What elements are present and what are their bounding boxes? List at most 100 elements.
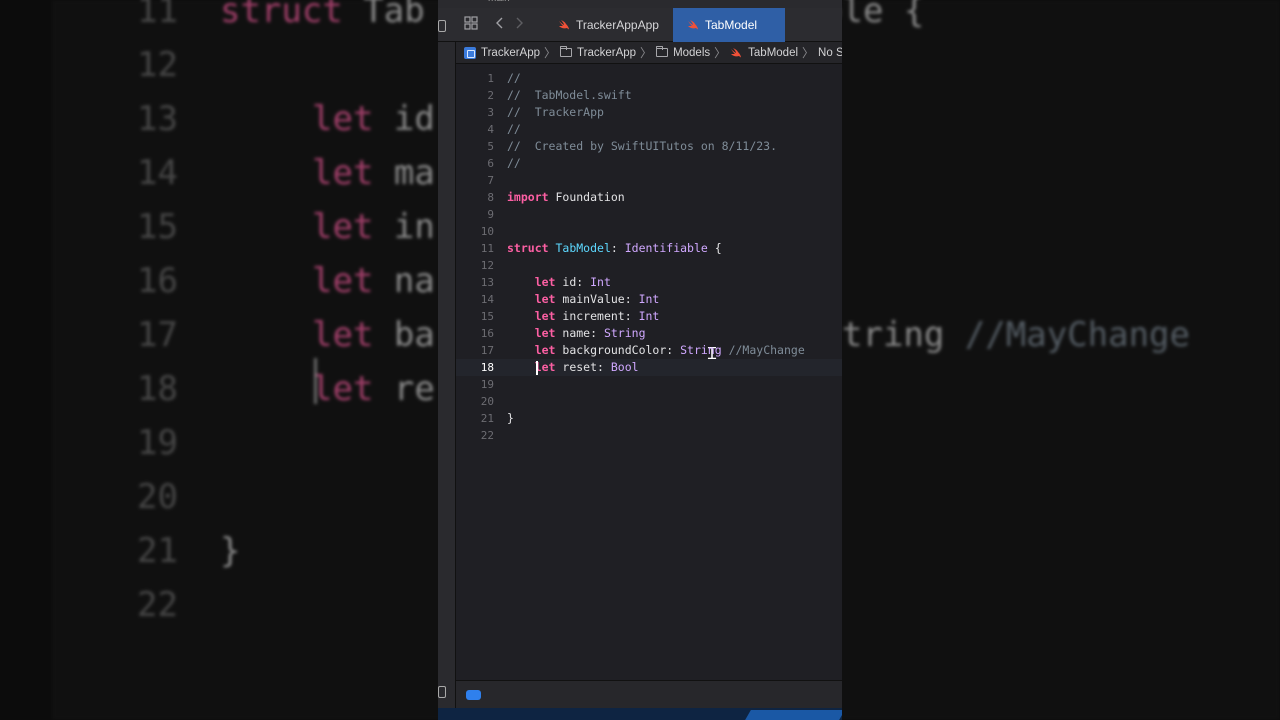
grid-icon[interactable] xyxy=(462,16,480,34)
folder-icon xyxy=(656,46,669,57)
chevron-right-icon: 〉 xyxy=(544,46,557,60)
code-line[interactable]: 8 import Foundation xyxy=(456,189,842,206)
line-number: 16 xyxy=(480,327,494,340)
code-editor[interactable]: Ｉ 1//2// TabModel.swift 3// TrackerApp 4//… xyxy=(456,64,842,680)
debug-bar xyxy=(456,680,842,708)
code-token: let xyxy=(534,309,556,323)
code-line[interactable]: 2 // TabModel.swift xyxy=(456,87,842,104)
swift-file-icon xyxy=(730,47,742,59)
chevron-left-icon[interactable] xyxy=(491,16,509,34)
bg-code-token: let xyxy=(312,369,374,409)
breadcrumb-symbol[interactable]: No Sele xyxy=(818,47,842,59)
line-number: 4 xyxy=(487,123,494,136)
code-token: // Created by SwiftUITutos on 8/11/23. xyxy=(507,139,778,153)
code-line[interactable]: 10 xyxy=(456,223,842,240)
bg-code-token: //MayChange xyxy=(964,315,1190,355)
code-text: let mainValue: Int xyxy=(507,291,660,308)
code-line[interactable]: 15 let increment: Int xyxy=(456,308,842,325)
code-line[interactable]: 16 let name: String xyxy=(456,325,842,342)
tab-tabmodel[interactable]: TabModel xyxy=(673,8,785,42)
code-token: backgroundColor: xyxy=(555,343,681,357)
text-caret xyxy=(536,361,538,375)
code-line[interactable]: 1 // xyxy=(456,70,842,87)
line-number: 1 xyxy=(487,72,494,85)
sidebar-toggle-icon[interactable] xyxy=(438,20,446,32)
bg-line-number: 20 xyxy=(137,477,178,517)
code-token: Bool xyxy=(610,360,639,374)
line-number: 18 xyxy=(480,361,494,374)
line-number: 19 xyxy=(480,378,494,391)
breadcrumb-group-models[interactable]: Models xyxy=(656,46,710,59)
breadcrumb-file[interactable]: TabModel xyxy=(730,47,798,59)
tab-trackerappapp[interactable]: TrackerAppApp xyxy=(544,8,673,42)
chevron-right-icon[interactable] xyxy=(510,16,528,34)
code-line[interactable]: 9 xyxy=(456,206,842,223)
code-line[interactable]: 11 struct TabModel: Identifiable { xyxy=(456,240,842,257)
code-line[interactable]: 5 // Created by SwiftUITutos on 8/11/23. xyxy=(456,138,842,155)
code-line[interactable]: 14 let mainValue: Int xyxy=(456,291,842,308)
filter-icon[interactable] xyxy=(438,686,446,698)
bg-line-number: 19 xyxy=(137,423,178,463)
code-line[interactable]: 3 // TrackerApp xyxy=(456,104,842,121)
tab-bar: TrackerAppApp TabModel xyxy=(438,8,842,42)
code-line[interactable]: 6 // xyxy=(456,155,842,172)
code-line[interactable]: 17 let backgroundColor: String //MayChan… xyxy=(456,342,842,359)
bg-line-number: 14 xyxy=(137,153,178,193)
bg-code-text: let ba xyxy=(312,308,435,362)
debug-area-toggle[interactable] xyxy=(466,690,481,700)
bg-code-token: na xyxy=(373,261,435,301)
code-line[interactable]: 19 xyxy=(456,376,842,393)
code-token: : xyxy=(610,241,625,255)
code-line[interactable]: 12 xyxy=(456,257,842,274)
bg-code-text: tring //MayChange xyxy=(842,308,1190,362)
code-token: Int xyxy=(638,292,660,306)
code-line[interactable]: 4 // xyxy=(456,121,842,138)
code-line[interactable]: 18 let reset: Bool xyxy=(456,359,842,376)
code-token: struct xyxy=(507,241,549,255)
swift-file-icon xyxy=(687,19,699,31)
code-text: let reset: Bool xyxy=(507,359,639,376)
bg-line-number: 13 xyxy=(137,99,178,139)
code-line[interactable]: 21} xyxy=(456,410,842,427)
code-token: let xyxy=(534,326,556,340)
code-text: let backgroundColor: String //MayChange xyxy=(507,342,805,359)
xcode-editor-window: main TrackerAppApp TabModel xyxy=(438,0,842,720)
code-token: let xyxy=(534,343,556,357)
code-token: id: xyxy=(555,275,591,289)
code-token: { xyxy=(707,241,722,255)
code-line[interactable]: 22 xyxy=(456,427,842,444)
breadcrumb: TrackerApp 〉 TrackerApp 〉 Models 〉 TabMo… xyxy=(456,42,842,64)
code-line[interactable]: 13 let id: Int xyxy=(456,274,842,291)
bg-line-number: 18 xyxy=(137,369,178,409)
code-token: //MayChange xyxy=(721,343,805,357)
chevron-right-icon: 〉 xyxy=(802,46,815,60)
code-line[interactable]: 20 xyxy=(456,393,842,410)
code-token: let xyxy=(534,275,556,289)
code-text: } xyxy=(507,410,514,427)
xcode-project-icon xyxy=(464,46,476,59)
code-token: // xyxy=(507,71,521,85)
code-token: } xyxy=(507,411,514,425)
code-token: // xyxy=(507,156,521,170)
bg-line-number: 17 xyxy=(137,315,178,355)
breadcrumb-project[interactable]: TrackerApp xyxy=(464,46,540,59)
code-token: Int xyxy=(590,275,611,289)
code-token: let xyxy=(534,292,556,306)
navigator-edge[interactable] xyxy=(438,20,456,720)
bg-code-token: id xyxy=(373,99,435,139)
code-line[interactable]: 7 xyxy=(456,172,842,189)
breadcrumb-group-trackerapp[interactable]: TrackerApp xyxy=(560,46,636,59)
bg-code-token: let xyxy=(312,261,374,301)
line-number: 10 xyxy=(480,225,494,238)
swift-file-icon xyxy=(558,19,570,31)
code-text: struct TabModel: Identifiable { xyxy=(507,240,722,257)
bg-code-text: let re xyxy=(312,362,435,416)
line-number: 3 xyxy=(487,106,494,119)
code-token: // TabModel.swift xyxy=(507,88,632,102)
code-text: let id: Int xyxy=(507,274,611,291)
bg-code-token: tring xyxy=(842,315,965,355)
